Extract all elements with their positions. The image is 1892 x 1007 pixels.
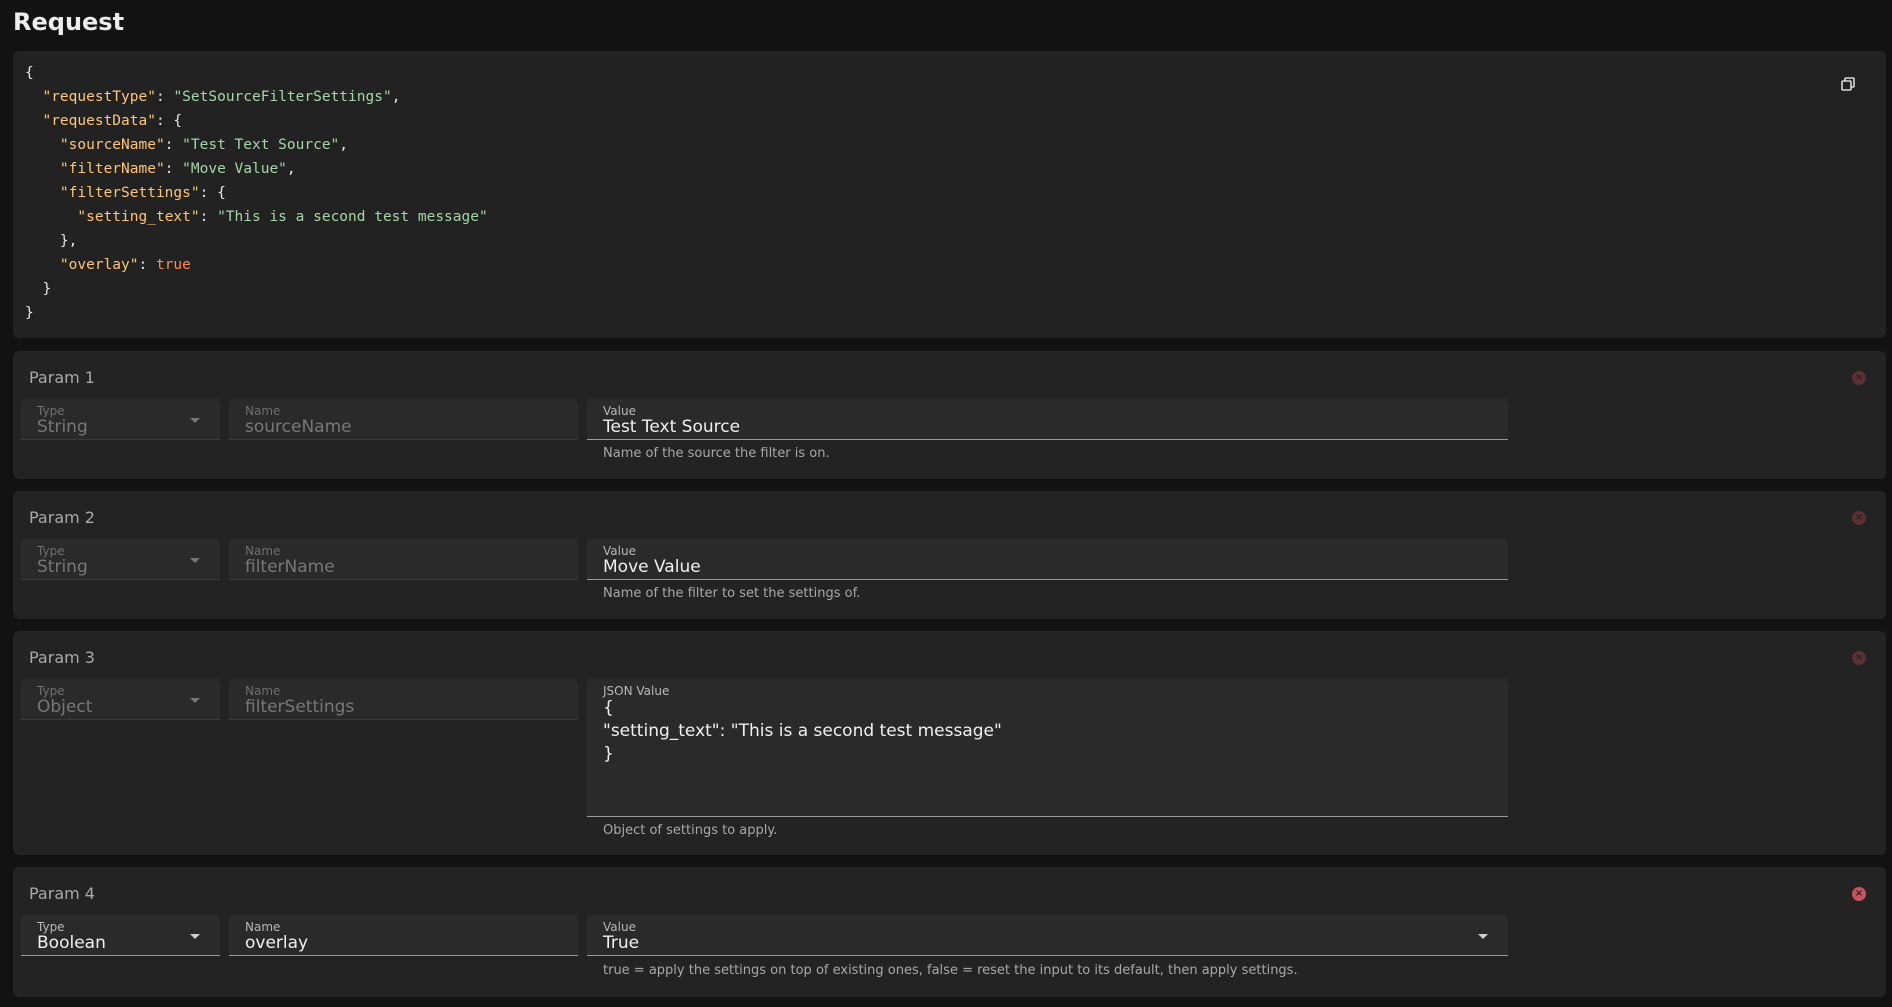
name-field[interactable]: Name overlay <box>229 915 578 956</box>
close-icon: × <box>1854 372 1864 383</box>
chevron-down-icon <box>190 418 200 423</box>
name-field[interactable]: Name filterName <box>229 539 578 580</box>
chevron-down-icon <box>1478 934 1488 939</box>
type-select[interactable]: Type Object <box>21 679 220 720</box>
param-description: Name of the source the filter is on. <box>603 446 830 461</box>
request-json-panel: { "requestType": "SetSourceFilterSetting… <box>13 51 1886 338</box>
param-card-4: Param 4 × Type Boolean Name overlay Valu… <box>13 867 1886 997</box>
close-icon: × <box>1854 512 1864 523</box>
param-description: Name of the filter to set the settings o… <box>603 586 861 601</box>
close-icon: × <box>1854 888 1864 899</box>
param-description: Object of settings to apply. <box>603 823 778 838</box>
param-card-3: Param 3 × Type Object Name filterSetting… <box>13 631 1886 855</box>
param-card-2: Param 2 × Type String Name filterName Va… <box>13 491 1886 619</box>
type-select[interactable]: Type Boolean <box>21 915 220 956</box>
type-select[interactable]: Type String <box>21 399 220 440</box>
remove-param-button[interactable]: × <box>1852 511 1866 525</box>
remove-param-button[interactable]: × <box>1852 651 1866 665</box>
param-card-1: Param 1 × Type String Name sourceName Va… <box>13 351 1886 479</box>
remove-param-button[interactable]: × <box>1852 371 1866 385</box>
param-description: true = apply the settings on top of exis… <box>603 963 1298 978</box>
value-select[interactable]: Value True <box>587 915 1508 956</box>
param-title: Param 2 <box>29 508 95 527</box>
value-input[interactable]: Value Move Value <box>587 539 1508 580</box>
chevron-down-icon <box>190 698 200 703</box>
type-select[interactable]: Type String <box>21 539 220 580</box>
close-icon: × <box>1854 652 1864 663</box>
param-title: Param 3 <box>29 648 95 667</box>
param-title: Param 4 <box>29 884 95 903</box>
name-field[interactable]: Name sourceName <box>229 399 578 440</box>
name-field[interactable]: Name filterSettings <box>229 679 578 720</box>
page-title: Request <box>13 8 125 36</box>
chevron-down-icon <box>190 934 200 939</box>
chevron-down-icon <box>190 558 200 563</box>
json-value-textarea[interactable]: JSON Value { "setting_text": "This is a … <box>587 679 1508 817</box>
value-input[interactable]: Value Test Text Source <box>587 399 1508 440</box>
param-title: Param 1 <box>29 368 95 387</box>
request-json-code[interactable]: { "requestType": "SetSourceFilterSetting… <box>25 61 488 325</box>
remove-param-button[interactable]: × <box>1852 887 1866 901</box>
copy-icon <box>1841 77 1855 91</box>
copy-button[interactable] <box>1836 72 1860 96</box>
